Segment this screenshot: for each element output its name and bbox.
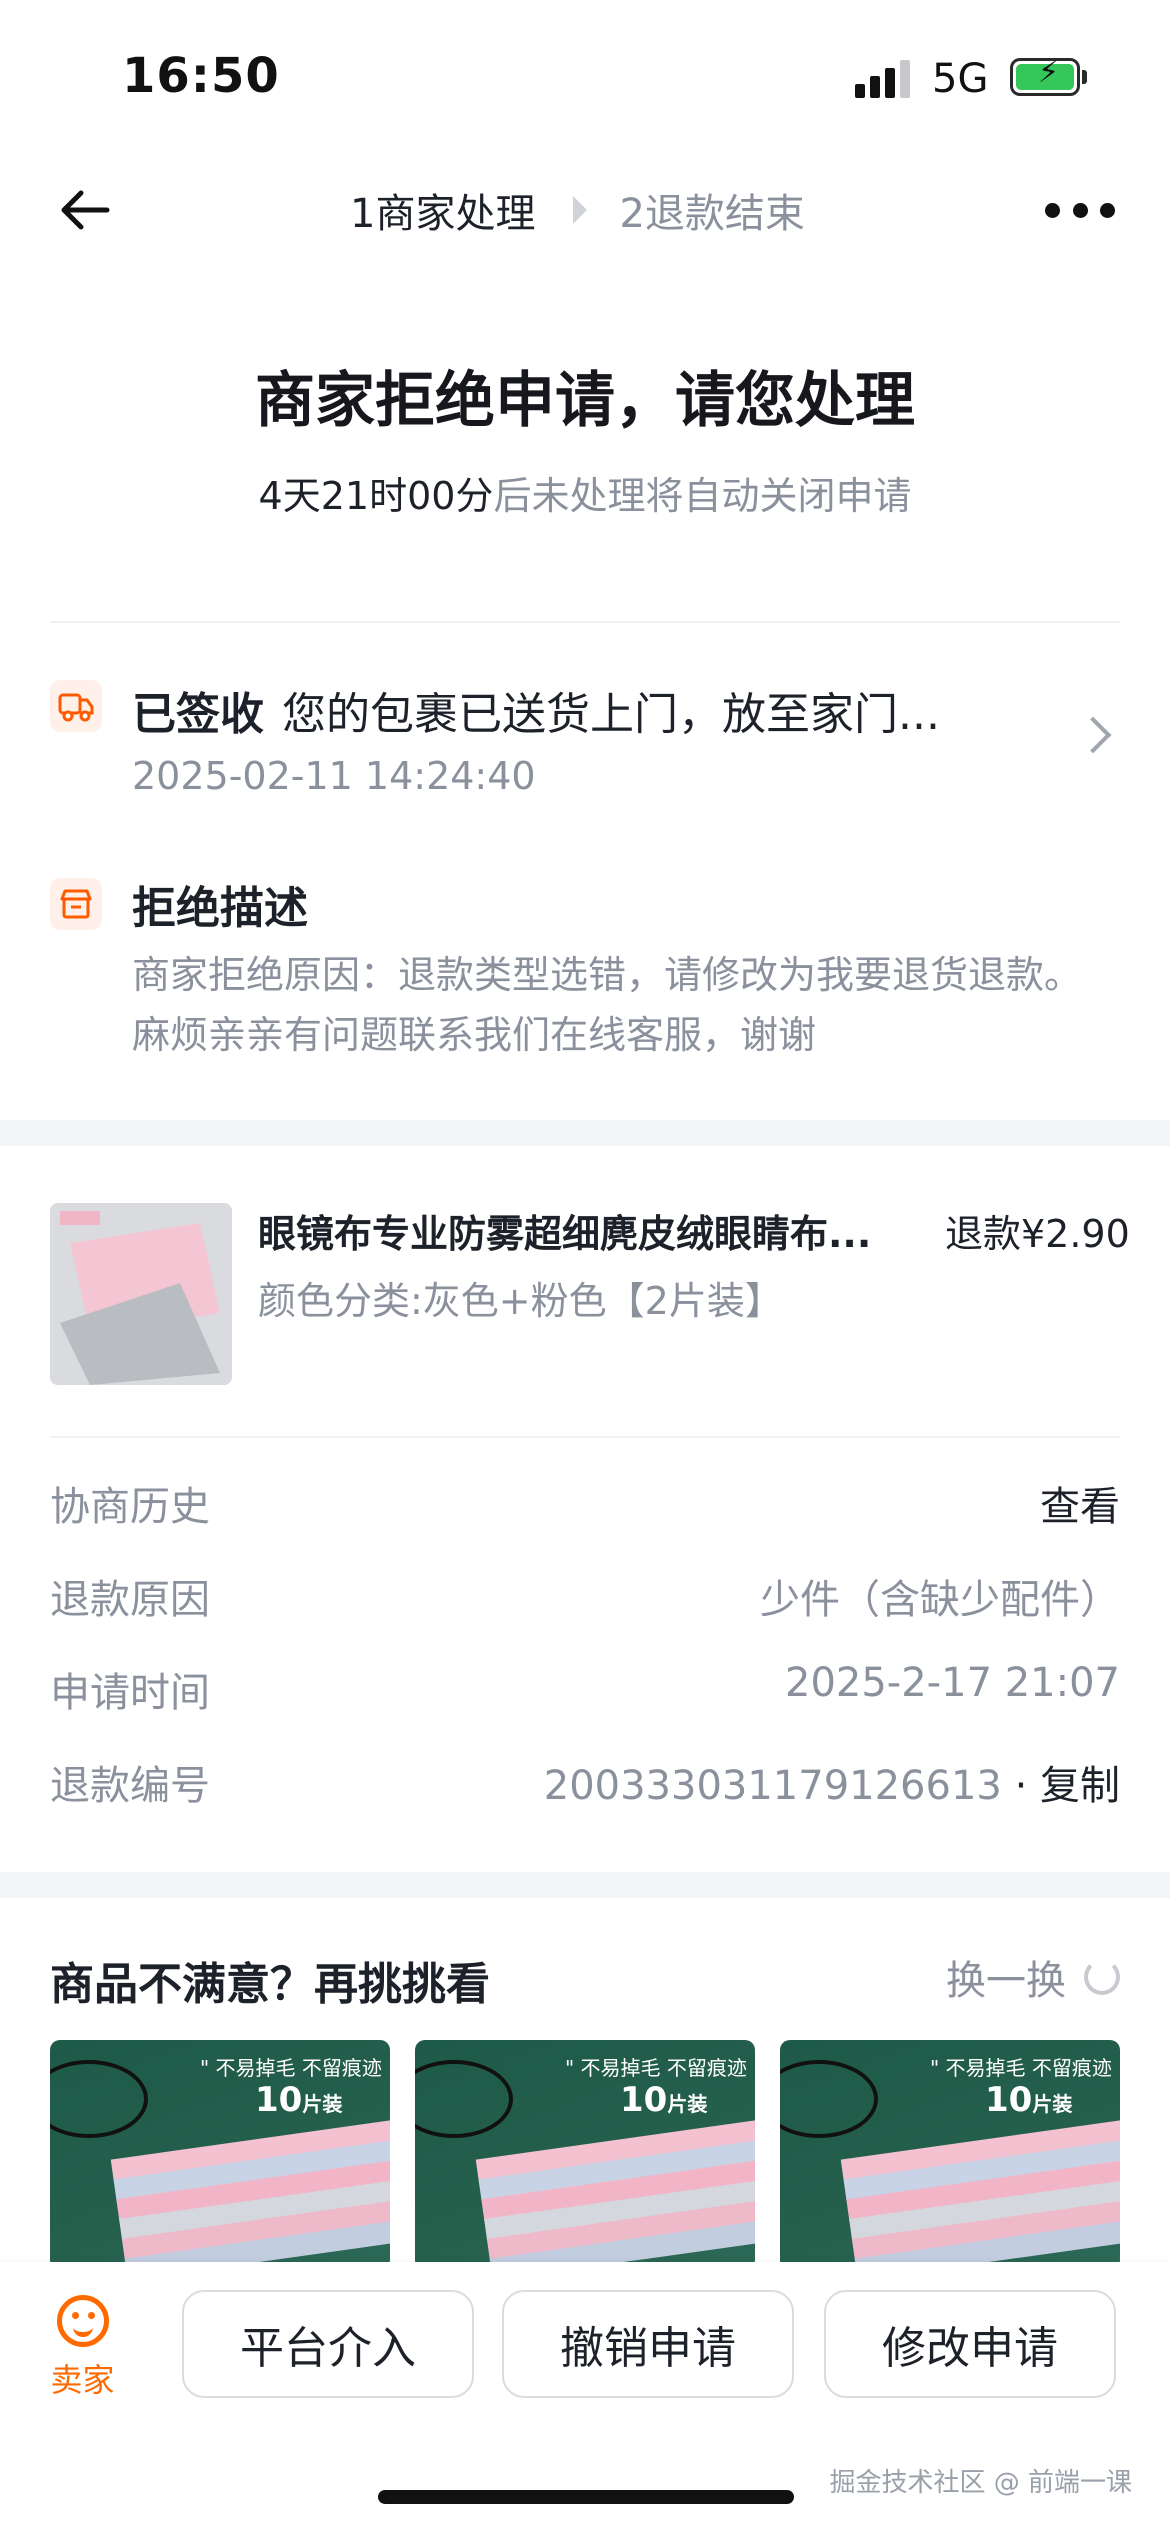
- copy-button[interactable]: · 复制: [1015, 1763, 1120, 1809]
- battery-cap: [1082, 70, 1087, 84]
- recommend-card[interactable]: " 不易掉毛 不留痕迹 10片装: [415, 2040, 755, 2270]
- step-refund-end: 2退款结束: [619, 191, 805, 237]
- chevron-right-icon[interactable]: [1074, 716, 1112, 754]
- refund-number-row: 200333031179126613 · 复制: [544, 1753, 1120, 1811]
- product-spec: 颜色分类:灰色+粉色【2片装】: [258, 1279, 783, 1323]
- logistics-detail: 您的包裹已送货上门，放至家门...: [282, 689, 940, 740]
- platform-intervene-button[interactable]: 平台介入: [182, 2290, 474, 2398]
- recommend-title: 商品不满意？再挑挑看: [50, 1959, 490, 2010]
- cancel-request-button[interactable]: 撤销申请: [502, 2290, 794, 2398]
- glasses-graphic: [50, 2060, 148, 2138]
- seller-smile-icon: [56, 2295, 109, 2347]
- refund-number: 200333031179126613: [543, 1763, 1002, 1809]
- recommend-card[interactable]: " 不易掉毛 不留痕迹 10片装: [780, 2040, 1120, 2270]
- signal-icon: [855, 58, 915, 98]
- card-count: 10片装: [985, 2080, 1073, 2120]
- network-label: 5G: [932, 56, 989, 102]
- seller-label: 卖家: [50, 2361, 115, 2399]
- home-indicator[interactable]: [378, 2490, 794, 2504]
- recommend-card[interactable]: " 不易掉毛 不留痕迹 10片装: [50, 2040, 390, 2270]
- seller-button[interactable]: 卖家: [45, 2295, 120, 2401]
- product-name[interactable]: 眼镜布专业防雾超细麂皮绒眼睛布...: [258, 1203, 918, 1258]
- countdown-time: 4天21时00分: [258, 474, 494, 518]
- card-count: 10片装: [620, 2080, 708, 2120]
- refresh-button[interactable]: 换一换: [946, 1948, 1120, 2006]
- refund-number-label: 退款编号: [50, 1763, 210, 1809]
- arrow-left-icon: [61, 190, 110, 230]
- modify-request-button[interactable]: 修改申请: [824, 2290, 1116, 2398]
- logistics-row[interactable]: [50, 680, 102, 732]
- cloth-graphic: [475, 2117, 755, 2270]
- page-title: 商家拒绝申请，请您处理: [255, 366, 915, 436]
- card-tag: " 不易掉毛 不留痕迹: [200, 2056, 382, 2080]
- product-thumbnail[interactable]: [50, 1203, 232, 1385]
- refresh-icon: [1084, 1959, 1120, 1995]
- refusal-icon-wrap: [50, 878, 102, 930]
- progress-steps: 1商家处理 2退款结束: [350, 180, 805, 240]
- countdown-suffix: 后未处理将自动关闭申请: [493, 474, 912, 518]
- apply-time-value: 2025-2-17 21:07: [785, 1660, 1120, 1706]
- battery-icon: ⚡: [1010, 58, 1080, 96]
- step-arrow-icon: [573, 196, 588, 224]
- countdown-text: 4天21时00分后未处理将自动关闭申请: [0, 465, 1170, 520]
- logistics-status: 已签收: [132, 689, 264, 740]
- product-refund: 退款¥2.90: [945, 1212, 1130, 1256]
- reason-label: 退款原因: [50, 1577, 210, 1623]
- cloth-graphic: [110, 2117, 390, 2270]
- card-count: 10片装: [255, 2080, 343, 2120]
- card-tag: " 不易掉毛 不留痕迹: [930, 2056, 1112, 2080]
- step-merchant: 1商家处理: [350, 191, 536, 237]
- status-time: 16:50: [122, 48, 280, 104]
- divider: [50, 1436, 1120, 1438]
- cloth-graphic: [840, 2117, 1120, 2270]
- history-view-link[interactable]: 查看: [1040, 1474, 1120, 1532]
- store-icon: [50, 878, 102, 930]
- refresh-label: 换一换: [946, 1958, 1066, 2004]
- refusal-text: 商家拒绝原因：退款类型选错，请修改为我要退货退款。麻烦亲亲有问题联系我们在线客服…: [132, 953, 1083, 1057]
- watermark: 掘金技术社区 @ 前端一课: [829, 2468, 1132, 2498]
- section-gap: [0, 1872, 1170, 1898]
- glasses-graphic: [415, 2060, 513, 2138]
- back-button[interactable]: [55, 180, 125, 240]
- more-options-button[interactable]: [1045, 198, 1115, 222]
- history-label: 协商历史: [50, 1484, 210, 1530]
- section-gap: [0, 1120, 1170, 1146]
- apply-time-label: 申请时间: [50, 1670, 210, 1716]
- reason-value: 少件（含缺少配件）: [760, 1577, 1120, 1623]
- glasses-graphic: [780, 2060, 878, 2138]
- logistics-title[interactable]: 已签收 您的包裹已送货上门，放至家门...: [132, 678, 940, 742]
- logistics-time: 2025-02-11 14:24:40: [132, 754, 536, 798]
- divider: [50, 621, 1120, 623]
- truck-icon: [50, 680, 102, 732]
- refusal-title: 拒绝描述: [132, 883, 308, 934]
- card-tag: " 不易掉毛 不留痕迹: [565, 2056, 747, 2080]
